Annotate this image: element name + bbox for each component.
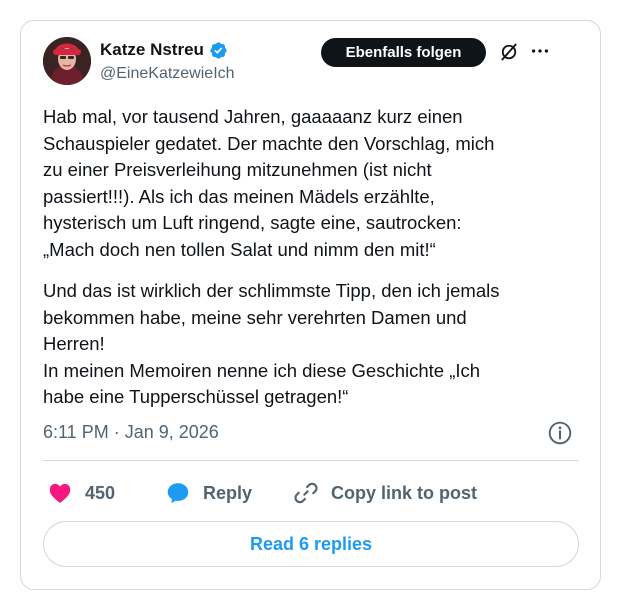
info-icon[interactable] xyxy=(547,420,573,446)
like-button[interactable]: 450 xyxy=(47,480,115,506)
tweet-timestamp[interactable]: 6:11 PM · Jan 9, 2026 xyxy=(43,422,219,443)
tweet-text-paragraph-1: Hab mal, vor tausend Jahren, gaaaaanz ku… xyxy=(43,106,495,260)
link-icon xyxy=(294,482,318,504)
heart-icon xyxy=(49,483,71,503)
like-count: 450 xyxy=(85,482,116,503)
follow-button[interactable]: Ebenfalls folgen xyxy=(321,38,486,67)
reply-bubble-icon xyxy=(167,483,189,504)
author-name-text: Katze Nstreu xyxy=(100,40,204,59)
reply-label: Reply xyxy=(203,482,253,503)
read-replies-button[interactable]: Read 6 replies xyxy=(43,521,579,567)
tweet-text-paragraph-2: Und das ist wirklich der schlimmste Tipp… xyxy=(43,280,500,407)
tweet-card: Katze Nstreu @EineKatzewieIch Ebenfalls … xyxy=(20,20,601,590)
author-name[interactable]: Katze Nstreu xyxy=(100,40,228,60)
copy-link-label: Copy link to post xyxy=(331,482,477,503)
verified-badge-icon xyxy=(210,41,227,59)
divider xyxy=(43,460,579,461)
copy-link-button[interactable]: Copy link to post xyxy=(293,480,477,506)
author-handle[interactable]: @EineKatzewieIch xyxy=(100,65,235,83)
avatar[interactable] xyxy=(43,37,91,85)
reply-button[interactable]: Reply xyxy=(165,480,252,506)
hide-post-icon[interactable] xyxy=(499,42,519,62)
more-options-icon[interactable] xyxy=(529,40,551,62)
